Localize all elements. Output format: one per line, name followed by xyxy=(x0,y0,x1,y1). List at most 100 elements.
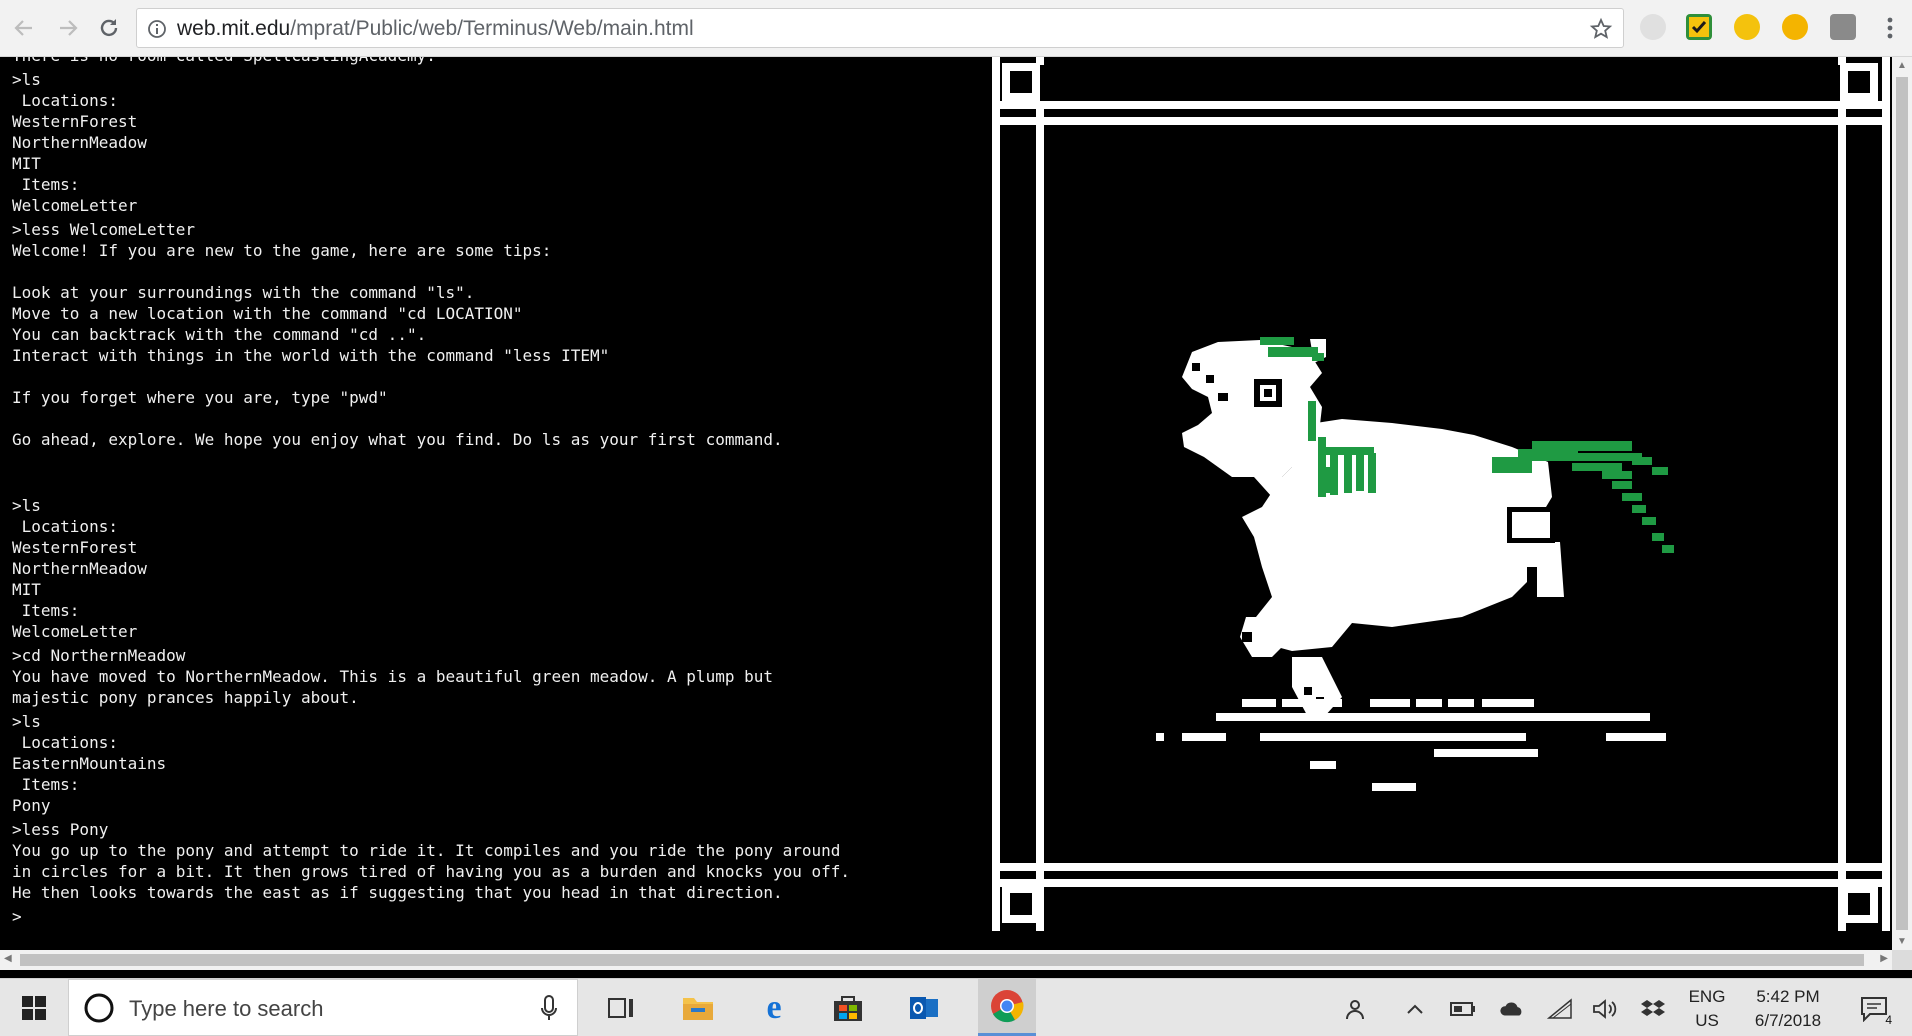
forward-button[interactable] xyxy=(50,10,86,46)
terminal-command-line: >less WelcomeLetter xyxy=(12,220,196,239)
terminal-output-line: Locations: xyxy=(12,517,118,536)
terminal-output-line: majestic pony prances happily about. xyxy=(12,688,359,707)
terminal-command-line: >cd NorthernMeadow xyxy=(12,646,186,665)
terminal-output-line: Welcome! If you are new to the game, her… xyxy=(12,241,552,260)
store-icon[interactable] xyxy=(828,988,868,1028)
extension-home-icon[interactable] xyxy=(1782,14,1808,40)
notification-count: 4 xyxy=(1885,1013,1892,1027)
wifi-icon[interactable] xyxy=(1547,996,1573,1022)
extension-search-icon[interactable] xyxy=(1734,14,1760,40)
language-code: ENG xyxy=(1688,987,1726,1006)
vertical-scroll-thumb[interactable] xyxy=(1896,77,1908,930)
scroll-left-arrow-icon[interactable]: ◀ xyxy=(4,953,12,964)
volume-icon[interactable] xyxy=(1592,996,1618,1022)
terminal-partial-line: There is no room called SpellcastingAcad… xyxy=(12,57,985,66)
taskbar-search-box[interactable]: Type here to search xyxy=(68,979,578,1036)
terminal-output-line: Interact with things in the world with t… xyxy=(12,346,610,365)
terminal-output-line: You can backtrack with the command "cd .… xyxy=(12,325,427,344)
terminal-output-line: Go ahead, explore. We hope you enjoy wha… xyxy=(12,430,783,449)
url-text: web.mit.edu/mprat/Public/web/Terminus/We… xyxy=(177,17,694,41)
terminal-output-line: You go up to the pony and attempt to rid… xyxy=(12,841,841,860)
terminal-output-line: EasternMountains xyxy=(12,754,167,773)
reload-button[interactable] xyxy=(91,10,127,46)
clock-time: 5:42 PM xyxy=(1756,987,1820,1006)
terminal-output-line: WesternForest xyxy=(12,538,138,557)
check-icon xyxy=(1689,17,1709,37)
people-icon[interactable] xyxy=(1344,996,1370,1022)
terminal-output-line: If you forget where you are, type "pwd" xyxy=(12,388,388,407)
terminal-output-line: NorthernMeadow xyxy=(12,559,147,578)
back-button[interactable] xyxy=(6,10,42,46)
scroll-up-arrow-icon[interactable]: ▲ xyxy=(1897,60,1907,71)
microphone-icon[interactable] xyxy=(541,994,557,1022)
terminal-command-line: >ls xyxy=(12,712,41,731)
terminal-command-line: > xyxy=(12,907,22,926)
terminal-command-line: >ls xyxy=(12,70,41,89)
terminal-output-line: Look at your surroundings with the comma… xyxy=(12,283,475,302)
url-path: /mprat/Public/web/Terminus/Web/main.html xyxy=(290,17,694,40)
system-clock[interactable]: 5:42 PM 6/7/2018 xyxy=(1740,985,1836,1033)
terminal-output-line: NorthernMeadow xyxy=(12,133,147,152)
pony-pixel-art xyxy=(992,57,1890,931)
battery-icon[interactable] xyxy=(1450,996,1476,1022)
scroll-corner xyxy=(1892,950,1912,970)
terminal-output-line: Items: xyxy=(12,601,80,620)
language-indicator[interactable]: ENG US xyxy=(1685,985,1729,1033)
keyboard-region: US xyxy=(1695,1011,1719,1030)
url-domain: web.mit.edu xyxy=(177,17,291,40)
scroll-right-arrow-icon[interactable]: ▶ xyxy=(1880,953,1888,964)
chrome-taskbar-icon[interactable] xyxy=(978,979,1036,1036)
address-bar[interactable]: web.mit.edu/mprat/Public/web/Terminus/We… xyxy=(136,8,1624,48)
scroll-down-arrow-icon[interactable]: ▼ xyxy=(1897,936,1907,947)
terminal-output-line: WesternForest xyxy=(12,112,138,131)
task-view-icon[interactable] xyxy=(601,988,641,1028)
back-arrow-icon xyxy=(14,20,32,36)
extension-incognito-icon[interactable] xyxy=(1640,14,1666,40)
terminal-output-line: WelcomeLetter xyxy=(12,622,138,641)
windows-taskbar: Type here to search e ENG US 5:42 PM 6/7… xyxy=(0,978,1912,1036)
extension-check-icon[interactable] xyxy=(1686,14,1712,40)
edge-browser-icon[interactable]: e xyxy=(754,988,794,1028)
outlook-icon[interactable] xyxy=(904,988,944,1028)
reload-icon xyxy=(100,19,118,37)
extension-gray-icon[interactable] xyxy=(1830,14,1856,40)
onedrive-cloud-icon[interactable] xyxy=(1499,996,1525,1022)
terminal-output-line: Items: xyxy=(12,175,80,194)
horizontal-scrollbar[interactable]: ◀ ▶ xyxy=(0,950,1892,970)
terminal-output[interactable]: There is no room called SpellcastingAcad… xyxy=(0,57,985,950)
terminal-output-line: Pony xyxy=(12,796,51,815)
terminal-output-line: Locations: xyxy=(12,91,118,110)
chrome-menu-button[interactable] xyxy=(1872,10,1908,46)
bookmark-star-icon[interactable] xyxy=(1589,17,1613,41)
file-explorer-icon[interactable] xyxy=(678,988,718,1028)
terminal-output-line: in circles for a bit. It then grows tire… xyxy=(12,862,851,881)
dropbox-icon[interactable] xyxy=(1640,996,1666,1022)
start-button[interactable] xyxy=(0,979,68,1036)
terminal-command-line: >ls xyxy=(12,496,41,515)
horizontal-scroll-thumb[interactable] xyxy=(20,954,1864,966)
terminal-output-line: MIT xyxy=(12,154,41,173)
terminal-lines: >ls Locations: WesternForest NorthernMeado… xyxy=(12,69,985,927)
terminal-output-line: Move to a new location with the command … xyxy=(12,304,523,323)
terminal-output-line: WelcomeLetter xyxy=(12,196,138,215)
terminal-output-line: MIT xyxy=(12,580,41,599)
terminal-output-line: You have moved to NorthernMeadow. This i… xyxy=(12,667,773,686)
kebab-menu-icon xyxy=(1887,17,1893,39)
cortana-circle-icon xyxy=(84,993,114,1023)
action-center-icon[interactable]: 4 xyxy=(1856,993,1892,1027)
terminal-output-line: Items: xyxy=(12,775,80,794)
info-icon[interactable] xyxy=(147,19,167,39)
search-placeholder: Type here to search xyxy=(129,996,324,1021)
pony-art-panel xyxy=(992,57,1890,931)
terminal-command-line: >less Pony xyxy=(12,820,109,839)
show-hidden-icons-chevron-icon[interactable] xyxy=(1402,996,1428,1022)
ground-lines xyxy=(1156,699,1666,791)
vertical-scrollbar[interactable]: ▲ ▼ xyxy=(1892,57,1912,950)
clock-date: 6/7/2018 xyxy=(1754,1011,1822,1030)
windows-logo-icon xyxy=(22,995,46,1020)
terminal-output-line: Locations: xyxy=(12,733,118,752)
